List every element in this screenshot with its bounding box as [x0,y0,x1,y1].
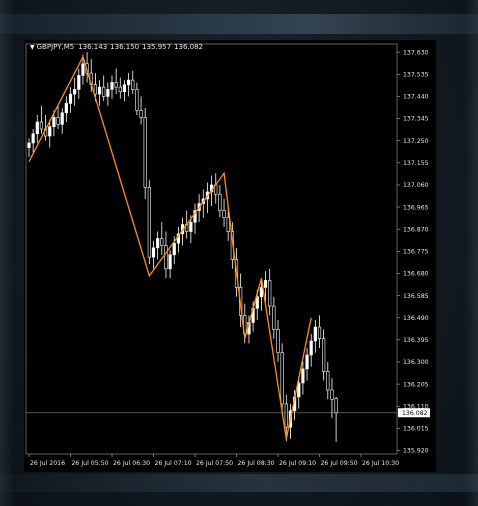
candle-bearish [322,338,326,372]
chart-symbol: GBPJPY,M5 [36,43,75,51]
price-axis-label: 137.630 [403,49,429,56]
price-axis-label: 136.300 [403,359,429,366]
price-axis-label: 136.965 [403,204,429,211]
candle-bearish [330,389,334,400]
top-toolbar-strip [0,14,478,34]
candle-bearish [135,89,139,111]
candle-bullish [259,287,264,298]
time-axis-label: 26 Jul 09:10 [279,460,316,467]
time-axis-label: 26 Jul 08:30 [238,460,275,467]
candle-bullish [189,221,193,232]
price-axis-label: 136.015 [403,426,429,433]
candle-bullish [60,112,64,125]
candle-bearish [268,280,272,307]
candle-bearish [102,86,106,97]
time-axis-label: 26 Jul 05:50 [72,460,109,467]
time-axis-label: 26 Jul 09:50 [321,460,358,467]
candle-bearish [317,326,322,339]
candle-bullish [64,103,68,114]
candle-bearish [218,193,222,211]
price-axis-label: 137.155 [403,160,429,167]
time-axis-label: 26 Jul 10:30 [362,460,399,467]
candle-bullish [73,89,77,95]
chart-close-value: 136.082 [174,43,204,51]
candle-bearish [164,245,168,270]
price-axis-label: 137.250 [403,138,429,145]
candle-bullish [168,254,172,270]
time-axis-label: 26 Jul 2016 [30,460,65,467]
candle-bullish [97,86,102,95]
candle-bearish [280,352,284,405]
bottom-status-strip [0,474,478,492]
candle-bullish [68,93,73,104]
candle-bearish [160,238,164,246]
candle-bullish [263,280,268,288]
candle-bearish [326,371,330,391]
chart-high-value: 136.150 [110,43,140,51]
candle-bullish [48,126,52,137]
candle-bullish [31,133,35,144]
candle-bullish [151,247,156,258]
price-axis-label: 137.345 [403,116,429,123]
price-axis-label: 136.680 [403,271,429,278]
candle-bearish [272,305,276,330]
price-axis-label: 136.205 [403,381,429,388]
candle-bullish [110,82,114,90]
candle-bullish [127,79,131,86]
price-axis-label: 137.535 [403,71,429,78]
price-axis-label: 136.490 [403,315,429,322]
candle-bearish [147,186,151,258]
plot-frame [25,43,398,455]
candle-bullish [305,354,309,370]
candle-bullish [81,63,85,76]
chart-low-value: 135.957 [142,43,172,51]
price-axis-label: 136.870 [403,226,429,233]
price-axis-label: 135.920 [403,448,429,455]
candle-bullish [35,121,39,134]
chart-window[interactable]: ▼ GBPJPY,M5 136.143 136.150 135.957 136.082 1… [24,40,436,472]
chevron-down-icon[interactable]: ▼ [30,44,35,51]
candle-bearish [143,117,147,188]
price-axis-label: 136.775 [403,249,429,256]
candle-bullish [106,89,110,97]
candle-bullish [52,117,56,127]
candle-bearish [139,110,143,118]
candle-bullish [156,238,160,249]
current-price-label: 136.082 [402,410,428,417]
candle-bearish [39,121,44,130]
candle-bearish [284,403,288,428]
candle-bullish [27,142,31,148]
candle-bearish [131,79,135,90]
price-axis-label: 137.060 [403,182,429,189]
candlestick-chart[interactable]: 137.630 137.535 137.440 137.345 137.250 137.1… [24,40,436,472]
time-axis-label: 26 Jul 06:30 [113,460,150,467]
price-axis-label: 136.585 [403,293,429,300]
price-axis-label: 136.395 [403,337,429,344]
time-axis-label: 26 Jul 07:10 [155,460,192,467]
candle-bullish [172,242,176,256]
candle-bearish [118,86,122,93]
candle-bullish [77,75,81,90]
candle-bearish [222,210,226,218]
candle-bearish [334,398,338,414]
candle-bearish [114,82,118,88]
candle-bullish [309,340,313,356]
candle-bullish [122,84,127,93]
price-axis-label: 137.440 [403,94,429,101]
time-axis-label: 26 Jul 07:50 [196,460,233,467]
zigzag-indicator-line [28,55,312,439]
candle-bearish [56,117,60,125]
chart-header: ▼ GBPJPY,M5 136.143 136.150 135.957 136.082 [30,43,206,52]
candle-bullish [313,326,317,342]
candle-bearish [226,217,230,232]
candle-bullish [301,368,305,384]
candle-bearish [276,329,280,353]
chart-open-value: 136.143 [78,43,108,51]
